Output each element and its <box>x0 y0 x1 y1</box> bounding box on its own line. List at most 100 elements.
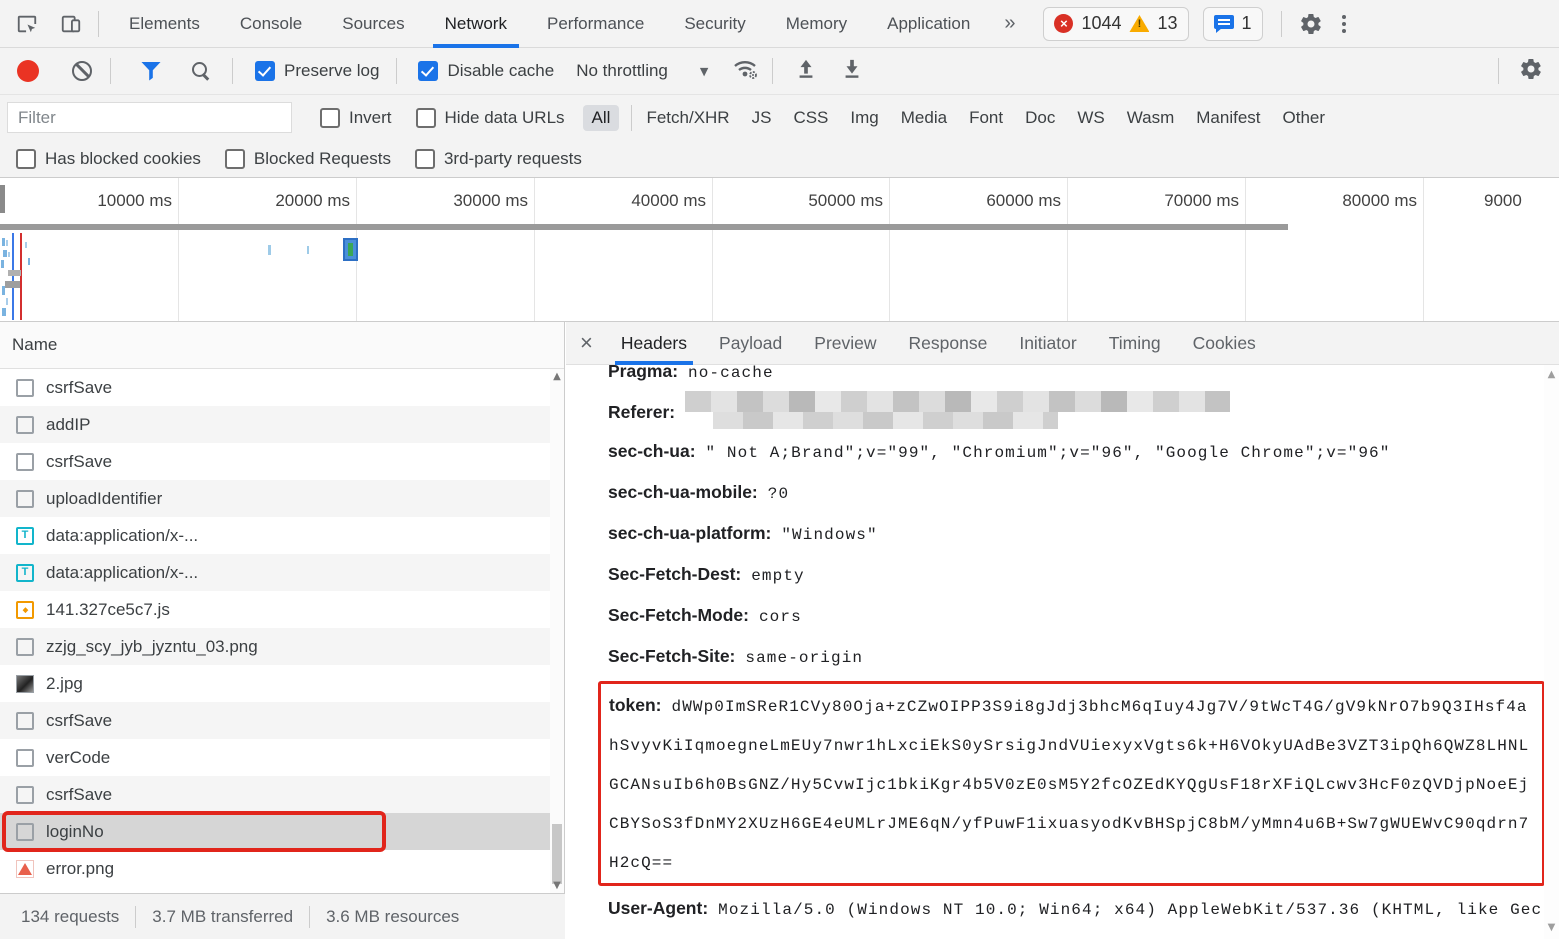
filter-type-ws[interactable]: WS <box>1077 108 1104 128</box>
tab-headers[interactable]: Headers <box>621 322 687 365</box>
gridline <box>1067 178 1068 321</box>
more-tabs-icon[interactable]: » <box>990 12 1029 35</box>
scroll-down-icon[interactable]: ▼ <box>1544 922 1559 933</box>
tab-console[interactable]: Console <box>220 0 322 48</box>
device-toolbar-icon[interactable] <box>54 7 88 41</box>
redacted-referer-value <box>685 391 1230 429</box>
throttling-select[interactable]: No throttling <box>576 61 668 81</box>
scroll-down-icon[interactable]: ▼ <box>550 880 564 891</box>
filter-input[interactable] <box>7 102 292 133</box>
plain-request-icon <box>16 749 34 767</box>
scroll-up-icon[interactable]: ▲ <box>1544 369 1559 380</box>
tick-label: 20000 ms <box>190 191 350 211</box>
issues-badge[interactable]: 1 <box>1203 7 1263 41</box>
tab-timing[interactable]: Timing <box>1109 322 1161 365</box>
request-row[interactable]: csrfSave <box>0 443 564 480</box>
tab-payload[interactable]: Payload <box>719 322 782 365</box>
filter-type-other[interactable]: Other <box>1283 108 1326 128</box>
request-row[interactable]: error.png <box>0 850 564 887</box>
kebab-menu-icon[interactable] <box>1328 15 1360 33</box>
clear-icon[interactable] <box>72 61 92 81</box>
header-row: Sec-Fetch-Site:same-origin <box>608 637 1544 678</box>
third-party-requests-checkbox[interactable] <box>415 149 435 169</box>
disable-cache-label: Disable cache <box>447 61 554 81</box>
preserve-log-checkbox[interactable] <box>255 61 275 81</box>
filter-type-fetch-xhr[interactable]: Fetch/XHR <box>646 108 729 128</box>
filter-type-media[interactable]: Media <box>901 108 947 128</box>
filter-type-all[interactable]: All <box>583 105 620 131</box>
third-party-requests-label: 3rd-party requests <box>444 149 582 169</box>
blocked-requests-checkbox[interactable] <box>225 149 245 169</box>
hide-data-urls-checkbox[interactable] <box>416 108 436 128</box>
tab-security[interactable]: Security <box>664 0 765 48</box>
filter-type-wasm[interactable]: Wasm <box>1127 108 1175 128</box>
filter-type-doc[interactable]: Doc <box>1025 108 1055 128</box>
divider <box>1498 58 1499 84</box>
request-row[interactable]: csrfSave <box>0 702 564 739</box>
filter-type-js[interactable]: JS <box>752 108 772 128</box>
tab-memory[interactable]: Memory <box>766 0 867 48</box>
filter-type-manifest[interactable]: Manifest <box>1196 108 1260 128</box>
console-errors-warnings-badge[interactable]: × 1044 ! 13 <box>1043 7 1188 41</box>
tab-cookies[interactable]: Cookies <box>1193 322 1256 365</box>
request-row[interactable]: zzjg_scy_jyb_jyzntu_03.png <box>0 628 564 665</box>
filter-type-css[interactable]: CSS <box>793 108 828 128</box>
search-icon[interactable] <box>191 61 211 81</box>
disable-cache-checkbox[interactable] <box>418 61 438 81</box>
tab-preview[interactable]: Preview <box>814 322 876 365</box>
name-column-header[interactable]: Name <box>0 322 564 369</box>
request-list-panel: Name csrfSave addIP csrfSave uploadIdent… <box>0 322 565 939</box>
close-icon[interactable]: × <box>580 332 593 354</box>
text-document-icon <box>16 564 34 582</box>
overview-selection-bar[interactable] <box>0 224 1288 230</box>
resources-size: 3.6 MB resources <box>326 907 459 927</box>
has-blocked-cookies-label: Has blocked cookies <box>45 149 201 169</box>
header-row: Pragma:no-cache <box>608 365 1544 393</box>
invert-checkbox[interactable] <box>320 108 340 128</box>
request-row[interactable]: data:application/x-... <box>0 554 564 591</box>
settings-gear-icon[interactable] <box>1294 7 1328 41</box>
export-har-icon[interactable] <box>841 58 863 85</box>
request-row[interactable]: csrfSave <box>0 369 564 406</box>
request-row[interactable]: 2.jpg <box>0 665 564 702</box>
overview-handle[interactable] <box>0 185 5 213</box>
tab-sources[interactable]: Sources <box>322 0 424 48</box>
request-detail-panel: × Headers Payload Preview Response Initi… <box>566 322 1559 939</box>
request-row[interactable]: verCode <box>0 739 564 776</box>
has-blocked-cookies-checkbox[interactable] <box>16 149 36 169</box>
detail-scrollbar[interactable]: ▲ ▼ <box>1544 365 1559 939</box>
chevron-down-icon[interactable]: ▼ <box>700 65 708 78</box>
scroll-up-icon[interactable]: ▲ <box>550 371 564 382</box>
filter-type-img[interactable]: Img <box>850 108 878 128</box>
tab-application[interactable]: Application <box>867 0 990 48</box>
filter-icon[interactable] <box>141 62 161 81</box>
tab-network[interactable]: Network <box>425 0 527 48</box>
tab-initiator[interactable]: Initiator <box>1019 322 1076 365</box>
import-har-icon[interactable] <box>795 58 817 85</box>
request-row[interactable]: csrfSave <box>0 776 564 813</box>
request-row[interactable]: uploadIdentifier <box>0 480 564 517</box>
request-row[interactable]: data:application/x-... <box>0 517 564 554</box>
list-scrollbar[interactable]: ▲ ▼ <box>550 369 564 893</box>
text-document-icon <box>16 527 34 545</box>
network-overview-timeline[interactable]: 10000 ms 20000 ms 30000 ms 40000 ms 5000… <box>0 178 1559 322</box>
tab-elements[interactable]: Elements <box>109 0 220 48</box>
request-row[interactable]: 141.327ce5c7.js <box>0 591 564 628</box>
inspect-element-icon[interactable] <box>10 7 44 41</box>
filter-type-font[interactable]: Font <box>969 108 1003 128</box>
tab-performance[interactable]: Performance <box>527 0 664 48</box>
network-conditions-icon[interactable] <box>732 58 760 85</box>
waterfall-mark <box>2 238 5 246</box>
gridline <box>534 178 535 321</box>
tick-label: 70000 ms <box>1079 191 1239 211</box>
scrollbar-thumb[interactable] <box>552 824 562 884</box>
tick-label: 60000 ms <box>901 191 1061 211</box>
blocked-requests-label: Blocked Requests <box>254 149 391 169</box>
waterfall-mark <box>2 308 6 316</box>
request-row[interactable]: addIP <box>0 406 564 443</box>
waterfall-mark <box>25 242 27 248</box>
network-settings-gear-icon[interactable] <box>1519 57 1543 86</box>
tab-response[interactable]: Response <box>909 322 988 365</box>
invert-label: Invert <box>349 108 392 128</box>
record-button[interactable] <box>17 60 39 82</box>
